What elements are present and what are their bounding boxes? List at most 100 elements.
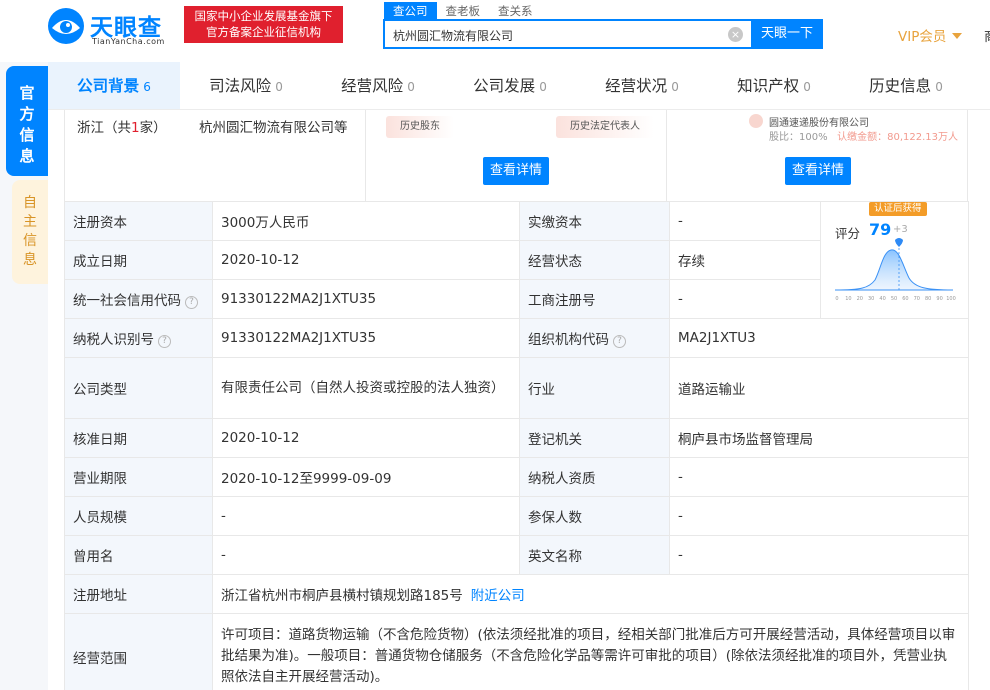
value-staff-size: - [212, 496, 520, 536]
nav-tab-count: 0 [803, 80, 811, 94]
nav-tab-intellectual-property[interactable]: 知识产权 0 [708, 62, 840, 109]
label-industry: 行业 [519, 357, 670, 419]
official-badge: 国家中小企业发展基金旗下 官方备案企业征信机构 [184, 6, 343, 43]
value-scope: 许可项目：道路货物运输（不含危险货物）(依法须经批准的项目，经相关部门批准后方可… [212, 613, 969, 690]
nav-tab-operation-risk[interactable]: 经营风险 0 [312, 62, 444, 109]
help-icon[interactable]: ? [158, 335, 171, 348]
region-suffix: 家） [139, 120, 167, 136]
label-term: 营业期限 [64, 457, 213, 497]
value-credit-code: 91330122MA2J1XTU35 [212, 279, 520, 319]
nav-tab-operation-status[interactable]: 经营状况 0 [576, 62, 708, 109]
tag-history-shareholder: 历史股东 [386, 116, 454, 138]
score-badge: 认证后获得 [869, 202, 927, 216]
caret-down-icon [952, 33, 963, 39]
nav-tab-count: 0 [539, 80, 547, 94]
nav-tab-label: 历史信息 [869, 77, 932, 95]
axis-tick-label: 20 [857, 296, 863, 302]
label-credit-code-text: 统一社会信用代码 [73, 293, 181, 309]
axis-tick-label: 80 [925, 296, 931, 302]
faded-company-name: 圆通速递股份有限公司 [769, 118, 869, 129]
score-delta: +3 [893, 224, 908, 235]
label-company-type: 公司类型 [64, 357, 213, 419]
logo[interactable]: 天眼查 TianYanCha.com [46, 6, 174, 50]
nearby-companies-link[interactable]: 附近公司 [471, 588, 525, 604]
axis-tick-label: 40 [879, 296, 885, 302]
section-nav: 公司背景 6 司法风险 0 经营风险 0 公司发展 0 经营状况 0 知识产权 0 历史信息… [48, 62, 990, 110]
nav-tab-company-background[interactable]: 公司背景 6 [48, 62, 180, 109]
table-row: 核准日期 2020-10-12 登记机关 桐庐县市场监督管理局 [64, 418, 969, 458]
faded-amount: 认缴金额：80,122.13万人 [837, 132, 959, 143]
main-card: 公司背景 6 司法风险 0 经营风险 0 公司发展 0 经营状况 0 知识产权 0 历史信息… [48, 62, 990, 690]
vip-menu[interactable]: VIP会员 [898, 25, 963, 45]
label-scope: 经营范围 [64, 613, 213, 690]
axis-tick-label: 90 [936, 296, 942, 302]
nav-tab-company-development[interactable]: 公司发展 0 [444, 62, 576, 109]
nav-tab-history-info[interactable]: 历史信息 0 [840, 62, 972, 109]
axis-tick-label: 0 [835, 296, 838, 302]
value-paid-capital: - [669, 201, 821, 241]
table-row: 公司类型 有限责任公司（自然人投资或控股的法人独资） 行业 道路运输业 [64, 357, 969, 419]
badge-line-1: 国家中小企业发展基金旗下 [194, 9, 333, 23]
axis-ticks: 0 10 20 30 40 50 60 70 80 90 100 [835, 296, 955, 302]
value-taxpayer-quality: - [669, 457, 969, 497]
value-term: 2020-10-12至9999-09-09 [212, 457, 520, 497]
label-approval-date: 核准日期 [64, 418, 213, 458]
nav-tab-label: 经营状况 [605, 77, 668, 95]
label-paid-capital: 实缴资本 [519, 201, 670, 241]
view-detail-button[interactable]: 查看详情 [483, 157, 549, 185]
side-tab-self-info[interactable]: 自主信息 [12, 180, 48, 284]
nav-tab-label: 知识产权 [737, 77, 800, 95]
header-cut-text[interactable]: 商 [984, 25, 990, 45]
nav-tab-label: 司法风险 [209, 77, 272, 95]
value-taxpayer-id: 91330122MA2J1XTU35 [212, 318, 520, 358]
help-icon[interactable]: ? [613, 335, 626, 348]
help-icon[interactable]: ? [185, 296, 198, 309]
value-biz-reg-no: - [669, 279, 821, 319]
search-tabs: 查公司 查老板 查关系 [384, 2, 542, 20]
value-industry: 道路运输业 [669, 357, 969, 419]
distribution-curve [834, 249, 954, 291]
clear-icon[interactable]: × [728, 27, 743, 42]
tab-search-boss[interactable]: 查老板 [437, 2, 490, 20]
table-row: 经营范围 许可项目：道路货物运输（不含危险货物）(依法须经批准的项目，经相关部门… [64, 613, 969, 690]
value-approval-date: 2020-10-12 [212, 418, 520, 458]
location-pin-icon [895, 238, 903, 247]
label-org-code-text: 组织机构代码 [528, 332, 609, 348]
label-taxpayer-id-text: 纳税人识别号 [73, 332, 154, 348]
address-text: 浙江省杭州市桐庐县横村镇规划路185号 [221, 588, 463, 604]
search-button[interactable]: 天眼一下 [751, 19, 823, 49]
view-detail-button[interactable]: 查看详情 [785, 157, 851, 185]
nav-tab-judicial-risk[interactable]: 司法风险 0 [180, 62, 312, 109]
company-logo-icon [749, 114, 763, 128]
business-info-table: 注册资本 3000万人民币 实缴资本 - 认证后获得 评分 79 +3 0 10… [64, 201, 969, 690]
search-input[interactable] [393, 25, 723, 45]
value-address: 浙江省杭州市桐庐县横村镇规划路185号 附近公司 [212, 574, 969, 614]
axis-tick-label: 50 [891, 296, 897, 302]
table-row: 曾用名 - 英文名称 - [64, 535, 969, 575]
region-company[interactable]: 杭州圆汇物流有限公司等 [199, 116, 348, 136]
label-former-name: 曾用名 [64, 535, 213, 575]
label-biz-reg-no: 工商注册号 [519, 279, 670, 319]
label-insured: 参保人数 [519, 496, 670, 536]
nav-tab-count: 0 [275, 80, 283, 94]
tab-search-company[interactable]: 查公司 [384, 2, 437, 20]
nav-tab-count: 0 [935, 80, 943, 94]
axis-tick-label: 10 [845, 296, 851, 302]
value-reg-capital: 3000万人民币 [212, 201, 520, 241]
value-english-name: - [669, 535, 969, 575]
score-distribution-chart: 0 10 20 30 40 50 60 70 80 90 100 [834, 238, 956, 302]
label-taxpayer-quality: 纳税人资质 [519, 457, 670, 497]
logo-subtext: TianYanCha.com [92, 37, 165, 46]
tab-search-relation[interactable]: 查关系 [489, 2, 542, 20]
side-tab-official-info[interactable]: 官方信息 [6, 66, 48, 176]
nav-tab-count: 0 [671, 80, 679, 94]
top-header: 天眼查 TianYanCha.com 国家中小企业发展基金旗下 官方备案企业征信… [0, 0, 990, 62]
score-cell[interactable]: 认证后获得 评分 79 +3 0 10 20 30 40 50 60 70 80 90 1 [820, 201, 969, 319]
faded-ratio: 股比：100% [769, 132, 828, 143]
value-insured: - [669, 496, 969, 536]
value-reg-authority: 桐庐县市场监督管理局 [669, 418, 969, 458]
label-staff-size: 人员规模 [64, 496, 213, 536]
value-company-type: 有限责任公司（自然人投资或控股的法人独资） [212, 357, 520, 419]
value-org-code: MA2J1XTU3 [669, 318, 969, 358]
badge-line-2: 官方备案企业征信机构 [206, 25, 321, 39]
